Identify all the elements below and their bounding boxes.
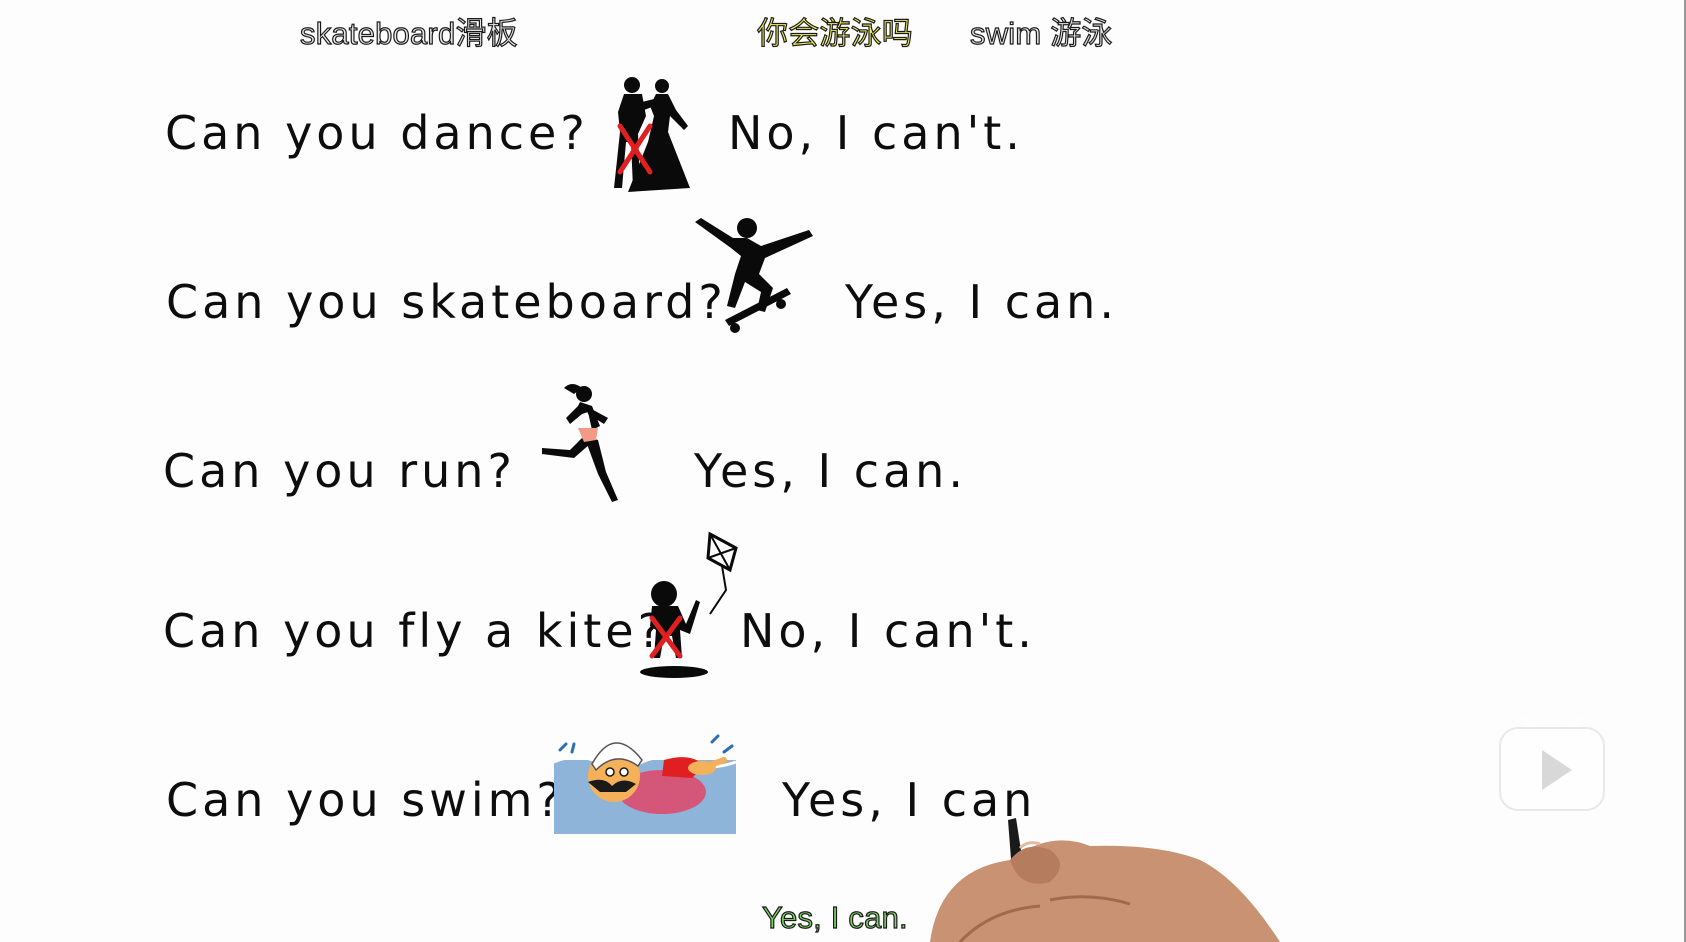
skateboarder-icon bbox=[695, 218, 813, 333]
answer-skateboard: Yes, I can. bbox=[845, 275, 1118, 329]
video-frame[interactable]: skateboard滑板 你会游泳吗 swim 游泳 Can you dance… bbox=[0, 0, 1686, 942]
play-icon[interactable] bbox=[1498, 706, 1606, 814]
kite-flyer-icon bbox=[640, 531, 738, 678]
answer-run: Yes, I can. bbox=[694, 444, 967, 498]
question-swim: Can you swim? bbox=[166, 773, 565, 827]
subtitle-top-center: 你会游泳吗 bbox=[756, 15, 913, 51]
drawing-hand-icon bbox=[930, 818, 1280, 942]
answer-dance: No, I can't. bbox=[728, 106, 1024, 160]
runner-icon bbox=[542, 384, 618, 502]
dancing-couple-icon bbox=[614, 77, 690, 192]
subtitle-bottom: Yes, I can. bbox=[761, 899, 908, 935]
subtitle-top-left: skateboard滑板 bbox=[299, 15, 518, 51]
subtitle-top-right: swim 游泳 bbox=[969, 15, 1113, 51]
swimmer-icon bbox=[553, 734, 737, 834]
answer-kite: No, I can't. bbox=[740, 604, 1036, 658]
question-run: Can you run? bbox=[163, 444, 516, 498]
question-skateboard: Can you skateboard? bbox=[166, 275, 727, 329]
question-kite: Can you fly a kite? bbox=[163, 604, 667, 658]
question-dance: Can you dance? bbox=[165, 106, 589, 160]
